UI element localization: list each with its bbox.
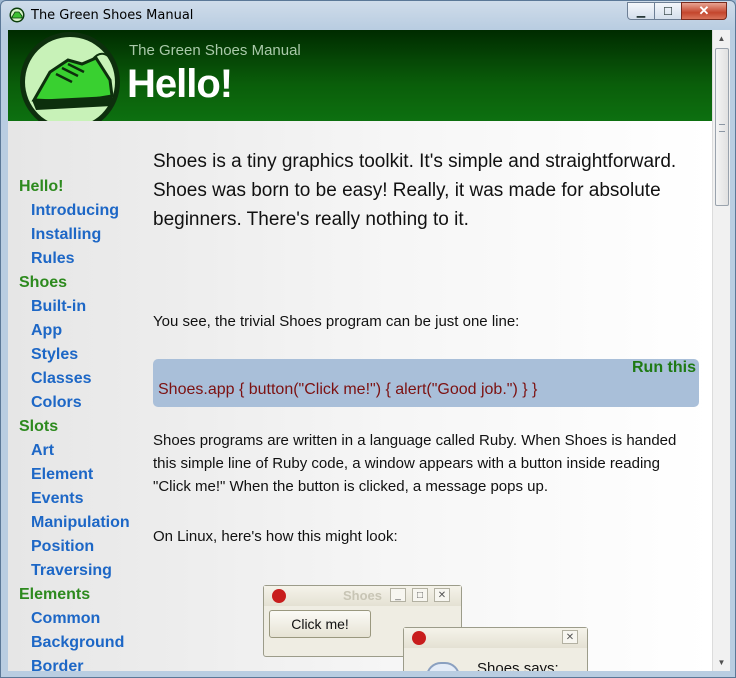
window-title: The Green Shoes Manual xyxy=(31,8,194,23)
close-button[interactable]: ✕ xyxy=(681,2,727,20)
app-window: The Green Shoes Manual ▁ ☐ ✕ The Green S… xyxy=(0,0,736,678)
sidebar-item-manipulation[interactable]: Manipulation xyxy=(31,514,130,532)
paragraph-ruby: Shoes programs are written in a language… xyxy=(153,432,677,495)
sidebar-item-installing[interactable]: Installing xyxy=(31,226,101,244)
vertical-scrollbar[interactable]: ▲ ▼ xyxy=(712,30,730,671)
header-subtitle: The Green Shoes Manual xyxy=(129,42,301,59)
page-header: The Green Shoes Manual Hello! xyxy=(8,30,712,132)
alert-window-image: ✕ Shoes says: xyxy=(403,627,588,671)
minimize-icon: ▁ xyxy=(636,5,646,18)
sidebar-item-shoes[interactable]: Shoes xyxy=(19,274,67,292)
code-example: Run this Shoes.app { button("Click me!")… xyxy=(153,359,699,407)
manual-page: The Green Shoes Manual Hello! Hello! Intr… xyxy=(8,30,712,671)
alert-window-titlebar: ✕ xyxy=(404,628,587,648)
scroll-down-icon[interactable]: ▼ xyxy=(713,654,730,671)
info-icon xyxy=(426,662,460,671)
alert-message: Shoes says: xyxy=(477,660,559,671)
intro-paragraph: Shoes is a tiny graphics toolkit. It's s… xyxy=(153,151,677,230)
sidebar-item-events[interactable]: Events xyxy=(31,490,83,508)
maximize-icon: □ xyxy=(412,588,428,602)
sidebar-item-art[interactable]: Art xyxy=(31,442,54,460)
sidebar-item-elements[interactable]: Elements xyxy=(19,586,90,604)
close-icon: ✕ xyxy=(698,3,710,18)
sidebar-item-rules[interactable]: Rules xyxy=(31,250,75,268)
run-this-link[interactable]: Run this xyxy=(632,359,696,377)
minimize-button[interactable]: ▁ xyxy=(627,2,655,20)
linux-screenshot: Shoes _ □ ✕ Click me! ✕ Shoes says: xyxy=(263,585,593,671)
sidebar-item-background[interactable]: Background xyxy=(31,634,124,652)
sidebar-item-traversing[interactable]: Traversing xyxy=(31,562,112,580)
maximize-icon: ☐ xyxy=(663,5,673,18)
sidebar-item-border[interactable]: Border xyxy=(31,658,83,671)
code-line: Shoes.app { button("Click me!") { alert(… xyxy=(158,381,538,398)
page-body: Hello! Introducing Installing Rules Shoes Bui… xyxy=(8,121,712,671)
paragraph-linux: On Linux, here's how this might look: xyxy=(153,528,398,545)
sidebar-item-slots[interactable]: Slots xyxy=(19,418,58,436)
sidebar-item-common[interactable]: Common xyxy=(31,610,100,628)
page-title: Hello! xyxy=(127,62,233,106)
green-shoes-icon xyxy=(9,7,25,23)
sidebar-item-introducing[interactable]: Introducing xyxy=(31,202,119,220)
sidebar-item-element[interactable]: Element xyxy=(31,466,93,484)
close-icon: ✕ xyxy=(562,630,578,644)
minimize-icon: _ xyxy=(390,588,406,602)
sidebar-item-app[interactable]: App xyxy=(31,322,62,340)
sidebar-item-classes[interactable]: Classes xyxy=(31,370,92,388)
sidebar-item-position[interactable]: Position xyxy=(31,538,94,556)
shoes-app-icon xyxy=(412,631,426,645)
sidebar-item-hello[interactable]: Hello! xyxy=(19,178,63,196)
sidebar-item-built-in[interactable]: Built-in xyxy=(31,298,86,316)
paragraph-one-line: You see, the trivial Shoes program can b… xyxy=(153,313,520,330)
close-icon: ✕ xyxy=(434,588,450,602)
scroll-up-icon[interactable]: ▲ xyxy=(713,30,730,47)
sidebar-item-colors[interactable]: Colors xyxy=(31,394,82,412)
grip-icon xyxy=(719,124,725,132)
title-bar[interactable]: The Green Shoes Manual ▁ ☐ ✕ xyxy=(1,1,735,29)
click-me-button-image: Click me! xyxy=(269,610,371,638)
scrollbar-thumb[interactable] xyxy=(715,48,729,206)
shoes-window-titlebar: Shoes _ □ ✕ xyxy=(264,586,461,606)
sidebar-item-styles[interactable]: Styles xyxy=(31,346,78,364)
shoes-window-title: Shoes xyxy=(342,588,382,603)
maximize-button[interactable]: ☐ xyxy=(654,2,682,20)
